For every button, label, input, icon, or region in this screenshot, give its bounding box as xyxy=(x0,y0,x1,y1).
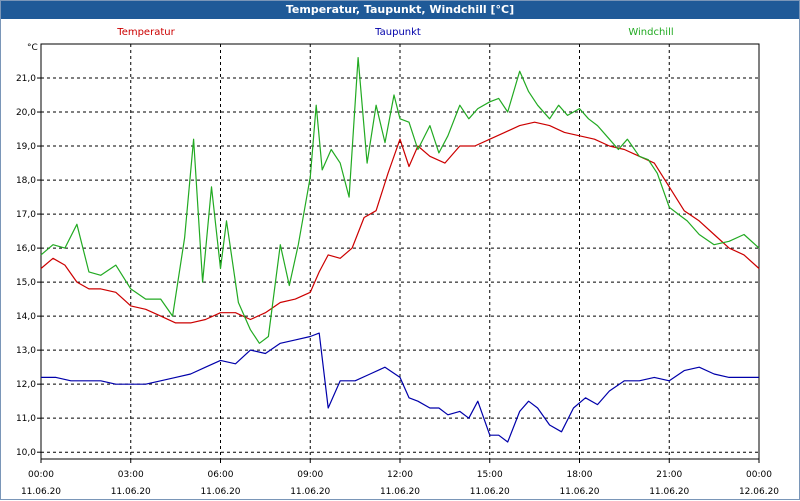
x-tick-time: 21:00 xyxy=(656,470,682,480)
legend-windchill: Windchill xyxy=(628,27,673,38)
x-tick-time: 12:00 xyxy=(387,470,413,480)
x-tick-time: 18:00 xyxy=(567,470,593,480)
x-tick-time: 15:00 xyxy=(477,470,503,480)
x-tick-time: 00:00 xyxy=(28,470,54,480)
legend-temperatur: Temperatur xyxy=(116,27,175,38)
x-tick-date: 11.06.20 xyxy=(380,487,420,497)
x-tick-date: 11.06.20 xyxy=(21,487,61,497)
x-tick-date: 11.06.20 xyxy=(559,487,599,497)
y-tick-label: 18,0 xyxy=(16,176,36,186)
line-chart: 10,0 11,0 12,0 13,0 14,0 15,0 16,0 17,0 18,0 19,0… xyxy=(16,27,779,497)
x-tick-date: 11.06.20 xyxy=(290,487,330,497)
x-tick-time: 09:00 xyxy=(297,470,323,480)
y-tick-label: 12,0 xyxy=(16,380,36,390)
y-tick-label: 15,0 xyxy=(16,278,36,288)
chart-window: Temperatur, Taupunkt, Windchill [°C] 10,… xyxy=(0,0,800,500)
legend-taupunkt: Taupunkt xyxy=(374,27,421,38)
y-tick-label: 20,0 xyxy=(16,108,36,118)
y-tick-label: 10,0 xyxy=(16,448,36,458)
y-tick-label: 19,0 xyxy=(16,142,36,152)
x-tick-date: 11.06.20 xyxy=(649,487,689,497)
x-tick-date: 11.06.20 xyxy=(111,487,151,497)
x-tick-time: 00:00 xyxy=(746,470,772,480)
y-tick-label: 13,0 xyxy=(16,346,36,356)
x-tick-time: 03:00 xyxy=(118,470,144,480)
y-tick-label: 16,0 xyxy=(16,244,36,254)
x-tick-time: 06:00 xyxy=(208,470,234,480)
y-tick-label: 21,0 xyxy=(16,74,36,84)
x-tick-date: 12.06.20 xyxy=(739,487,779,497)
y-tick-label: 11,0 xyxy=(16,414,36,424)
x-tick-date: 11.06.20 xyxy=(470,487,510,497)
y-axis-unit: °C xyxy=(27,43,38,53)
x-tick-date: 11.06.20 xyxy=(200,487,240,497)
y-tick-label: 17,0 xyxy=(16,210,36,220)
y-tick-label: 14,0 xyxy=(16,312,36,322)
